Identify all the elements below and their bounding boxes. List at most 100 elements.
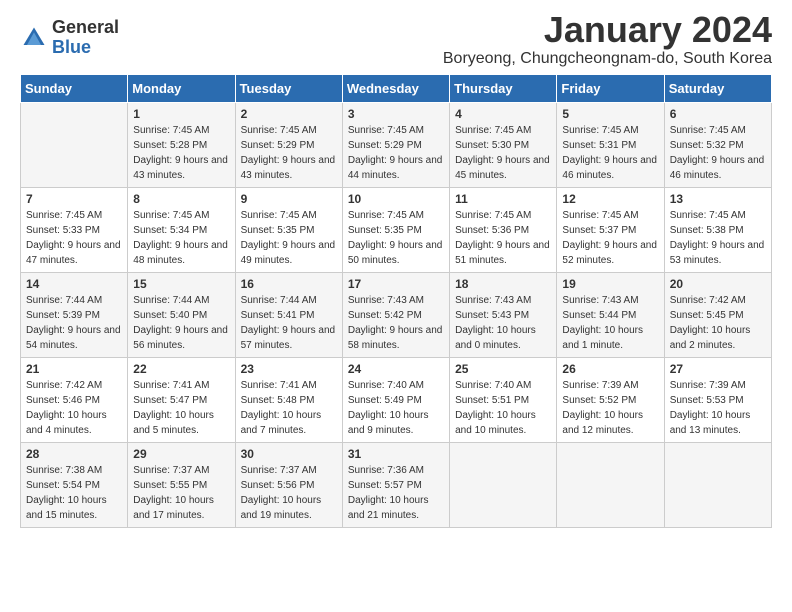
day-number: 25 — [455, 362, 551, 376]
day-number: 26 — [562, 362, 658, 376]
week-row-4: 28 Sunrise: 7:38 AMSunset: 5:54 PMDayligh… — [21, 442, 772, 527]
day-number: 17 — [348, 277, 444, 291]
week-row-3: 21Sunrise: 7:42 AMSunset: 5:46 PMDayligh… — [21, 357, 772, 442]
day-info: Sunrise: 7:36 AMSunset: 5:57 PMDaylight:… — [348, 463, 444, 523]
header-tuesday: Tuesday — [235, 74, 342, 102]
day-number: 15 — [133, 277, 229, 291]
day-info: Sunrise: 7:40 AMSunset: 5:49 PMDaylight:… — [348, 378, 444, 438]
header-row: SundayMondayTuesdayWednesdayThursdayFrid… — [21, 74, 772, 102]
day-cell: 5Sunrise: 7:45 AMSunset: 5:31 PMDaylight… — [557, 102, 664, 187]
day-number: 28 — [26, 447, 122, 461]
day-number: 11 — [455, 192, 551, 206]
day-cell: 23 Sunrise: 7:41 AMSunset: 5:48 PMDayligh… — [235, 357, 342, 442]
day-cell: 12Sunrise: 7:45 AMSunset: 5:37 PMDayligh… — [557, 187, 664, 272]
logo-icon — [20, 24, 48, 52]
day-info: Sunrise: 7:45 AMSunset: 5:30 PMDaylight:… — [455, 123, 551, 183]
day-info: Sunrise: 7:43 AMSunset: 5:44 PMDaylight:… — [562, 293, 658, 353]
day-cell: 15 Sunrise: 7:44 AMSunset: 5:40 PMDayligh… — [128, 272, 235, 357]
day-cell: 30Sunrise: 7:37 AMSunset: 5:56 PMDayligh… — [235, 442, 342, 527]
day-cell: 11 Sunrise: 7:45 AMSunset: 5:36 PMDayligh… — [450, 187, 557, 272]
header-monday: Monday — [128, 74, 235, 102]
day-info: Sunrise: 7:44 AMSunset: 5:40 PMDaylight:… — [133, 293, 229, 353]
day-number: 31 — [348, 447, 444, 461]
logo: General Blue — [20, 18, 119, 58]
logo-blue: Blue — [52, 38, 119, 58]
day-number: 3 — [348, 107, 444, 121]
day-info: Sunrise: 7:40 AMSunset: 5:51 PMDaylight:… — [455, 378, 551, 438]
day-cell: 27Sunrise: 7:39 AMSunset: 5:53 PMDayligh… — [664, 357, 771, 442]
day-cell: 13Sunrise: 7:45 AMSunset: 5:38 PMDayligh… — [664, 187, 771, 272]
day-cell: 31 Sunrise: 7:36 AMSunset: 5:57 PMDayligh… — [342, 442, 449, 527]
day-number: 12 — [562, 192, 658, 206]
day-info: Sunrise: 7:45 AMSunset: 5:35 PMDaylight:… — [241, 208, 337, 268]
day-info: Sunrise: 7:43 AMSunset: 5:42 PMDaylight:… — [348, 293, 444, 353]
day-info: Sunrise: 7:45 AMSunset: 5:36 PMDaylight:… — [455, 208, 551, 268]
month-title: January 2024 — [443, 10, 772, 50]
day-cell: 14 Sunrise: 7:44 AMSunset: 5:39 PMDayligh… — [21, 272, 128, 357]
day-cell: 19 Sunrise: 7:43 AMSunset: 5:44 PMDayligh… — [557, 272, 664, 357]
day-cell: 3Sunrise: 7:45 AMSunset: 5:29 PMDaylight… — [342, 102, 449, 187]
day-cell: 8 Sunrise: 7:45 AMSunset: 5:34 PMDaylight… — [128, 187, 235, 272]
logo-text: General Blue — [52, 18, 119, 58]
title-area: January 2024 Boryeong, Chungcheongnam-do… — [443, 10, 772, 68]
day-cell: 9 Sunrise: 7:45 AMSunset: 5:35 PMDaylight… — [235, 187, 342, 272]
header-thursday: Thursday — [450, 74, 557, 102]
day-number: 16 — [241, 277, 337, 291]
day-cell: 16 Sunrise: 7:44 AMSunset: 5:41 PMDayligh… — [235, 272, 342, 357]
logo-general: General — [52, 18, 119, 38]
day-number: 2 — [241, 107, 337, 121]
day-info: Sunrise: 7:39 AMSunset: 5:52 PMDaylight:… — [562, 378, 658, 438]
day-cell — [557, 442, 664, 527]
week-row-1: 7 Sunrise: 7:45 AMSunset: 5:33 PMDaylight… — [21, 187, 772, 272]
day-number: 24 — [348, 362, 444, 376]
day-info: Sunrise: 7:44 AMSunset: 5:39 PMDaylight:… — [26, 293, 122, 353]
day-cell: 6 Sunrise: 7:45 AMSunset: 5:32 PMDaylight… — [664, 102, 771, 187]
day-number: 19 — [562, 277, 658, 291]
day-cell: 1 Sunrise: 7:45 AMSunset: 5:28 PMDaylight… — [128, 102, 235, 187]
day-cell: 28 Sunrise: 7:38 AMSunset: 5:54 PMDayligh… — [21, 442, 128, 527]
day-info: Sunrise: 7:45 AMSunset: 5:28 PMDaylight:… — [133, 123, 229, 183]
day-cell: 21Sunrise: 7:42 AMSunset: 5:46 PMDayligh… — [21, 357, 128, 442]
day-info: Sunrise: 7:38 AMSunset: 5:54 PMDaylight:… — [26, 463, 122, 523]
day-number: 4 — [455, 107, 551, 121]
day-number: 1 — [133, 107, 229, 121]
day-cell: 20Sunrise: 7:42 AMSunset: 5:45 PMDayligh… — [664, 272, 771, 357]
week-row-0: 1 Sunrise: 7:45 AMSunset: 5:28 PMDaylight… — [21, 102, 772, 187]
header-sunday: Sunday — [21, 74, 128, 102]
day-number: 6 — [670, 107, 766, 121]
day-number: 13 — [670, 192, 766, 206]
day-number: 14 — [26, 277, 122, 291]
day-number: 22 — [133, 362, 229, 376]
day-number: 10 — [348, 192, 444, 206]
day-info: Sunrise: 7:43 AMSunset: 5:43 PMDaylight:… — [455, 293, 551, 353]
day-info: Sunrise: 7:42 AMSunset: 5:45 PMDaylight:… — [670, 293, 766, 353]
day-info: Sunrise: 7:45 AMSunset: 5:33 PMDaylight:… — [26, 208, 122, 268]
location-title: Boryeong, Chungcheongnam-do, South Korea — [443, 50, 772, 68]
day-info: Sunrise: 7:45 AMSunset: 5:32 PMDaylight:… — [670, 123, 766, 183]
header-friday: Friday — [557, 74, 664, 102]
day-number: 23 — [241, 362, 337, 376]
day-number: 29 — [133, 447, 229, 461]
day-info: Sunrise: 7:39 AMSunset: 5:53 PMDaylight:… — [670, 378, 766, 438]
day-cell: 10 Sunrise: 7:45 AMSunset: 5:35 PMDayligh… — [342, 187, 449, 272]
header: General Blue January 2024 Boryeong, Chun… — [20, 10, 772, 68]
calendar-table: SundayMondayTuesdayWednesdayThursdayFrid… — [20, 74, 772, 528]
header-wednesday: Wednesday — [342, 74, 449, 102]
day-info: Sunrise: 7:44 AMSunset: 5:41 PMDaylight:… — [241, 293, 337, 353]
day-number: 7 — [26, 192, 122, 206]
day-info: Sunrise: 7:45 AMSunset: 5:35 PMDaylight:… — [348, 208, 444, 268]
day-number: 9 — [241, 192, 337, 206]
day-cell — [450, 442, 557, 527]
day-cell: 24 Sunrise: 7:40 AMSunset: 5:49 PMDayligh… — [342, 357, 449, 442]
day-cell: 22 Sunrise: 7:41 AMSunset: 5:47 PMDayligh… — [128, 357, 235, 442]
day-info: Sunrise: 7:41 AMSunset: 5:48 PMDaylight:… — [241, 378, 337, 438]
day-number: 21 — [26, 362, 122, 376]
day-number: 30 — [241, 447, 337, 461]
day-cell: 17 Sunrise: 7:43 AMSunset: 5:42 PMDayligh… — [342, 272, 449, 357]
week-row-2: 14 Sunrise: 7:44 AMSunset: 5:39 PMDayligh… — [21, 272, 772, 357]
day-info: Sunrise: 7:41 AMSunset: 5:47 PMDaylight:… — [133, 378, 229, 438]
day-number: 8 — [133, 192, 229, 206]
day-number: 5 — [562, 107, 658, 121]
day-info: Sunrise: 7:45 AMSunset: 5:34 PMDaylight:… — [133, 208, 229, 268]
day-cell: 2Sunrise: 7:45 AMSunset: 5:29 PMDaylight… — [235, 102, 342, 187]
